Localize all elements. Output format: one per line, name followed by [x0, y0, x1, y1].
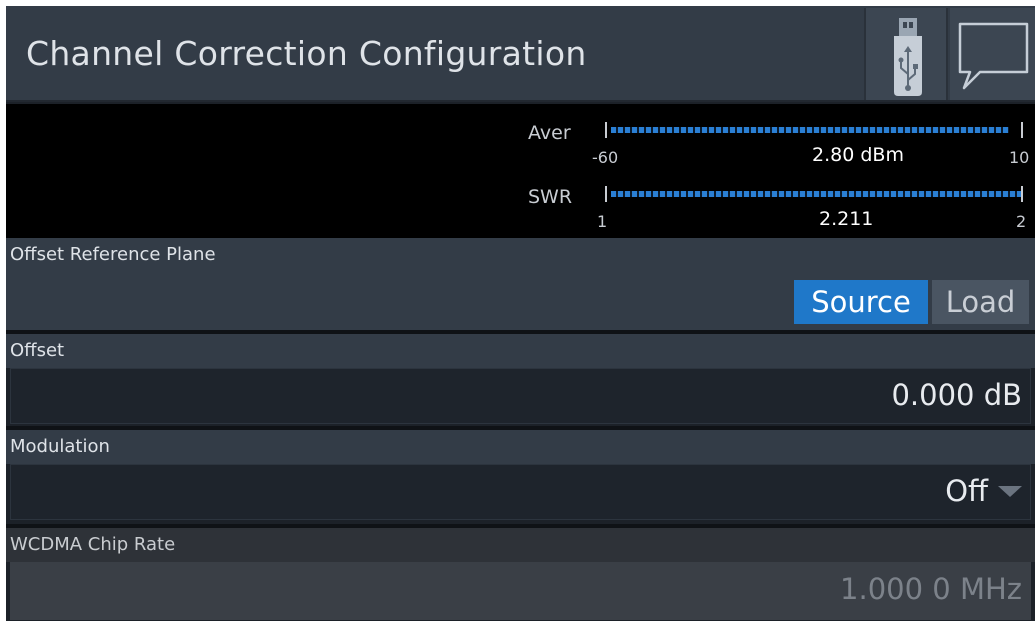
usb-status-button[interactable]: [864, 8, 948, 100]
load-option-button[interactable]: Load: [932, 280, 1029, 324]
offset-reference-plane-toggle: Source Load: [6, 272, 1035, 330]
page-title: Channel Correction Configuration: [26, 34, 587, 73]
modulation-value-wrap: Off: [945, 474, 1022, 508]
average-power-label: Aver: [528, 122, 571, 144]
offset-reference-plane-section: Offset Reference Plane Source Load: [6, 238, 1035, 330]
swr-bar: [605, 186, 1023, 202]
modulation-header: Modulation: [6, 430, 1035, 464]
offset-reference-plane-header: Offset Reference Plane: [6, 238, 1035, 272]
title-bar: Channel Correction Configuration: [6, 6, 1035, 102]
speech-bubble-icon: [958, 22, 1029, 90]
modulation-section: Modulation Off: [6, 430, 1035, 524]
chevron-down-icon: [998, 485, 1022, 497]
offset-value: 0.000 dB: [891, 378, 1022, 412]
swr-max-tick: 2: [1016, 212, 1027, 231]
source-option-button[interactable]: Source: [794, 280, 928, 324]
swr-min-tick: 1: [597, 212, 608, 231]
instrument-screen: Channel Correction Configuration Aver -6…: [6, 6, 1035, 621]
modulation-label: Modulation: [10, 436, 110, 457]
message-button[interactable]: [950, 8, 1035, 100]
swr-fill: [611, 191, 1021, 197]
wcdma-chip-rate-label: WCDMA Chip Rate: [10, 534, 176, 555]
offset-reference-plane-label: Offset Reference Plane: [10, 244, 216, 265]
offset-section: Offset 0.000 dB: [6, 334, 1035, 426]
average-max-tick: 10: [1009, 148, 1030, 167]
wcdma-chip-rate-field: 1.000 0 MHz: [10, 562, 1031, 620]
offset-header: Offset: [6, 334, 1035, 368]
swr-value: 2.211: [819, 208, 874, 230]
wcdma-chip-rate-header: WCDMA Chip Rate: [6, 528, 1035, 562]
average-power-bar: [605, 122, 1023, 138]
average-power-value: 2.80 dBm: [812, 144, 904, 166]
offset-field[interactable]: 0.000 dB: [10, 368, 1031, 424]
wcdma-chip-rate-value: 1.000 0 MHz: [840, 572, 1022, 606]
usb-icon: [894, 18, 922, 96]
offset-label: Offset: [10, 340, 65, 361]
power-meter-display: Aver -60 2.80 dBm 10 SWR 1 2.211 2: [6, 104, 1035, 238]
average-min-tick: -60: [592, 148, 619, 167]
modulation-dropdown[interactable]: Off: [10, 464, 1031, 520]
modulation-value: Off: [945, 474, 988, 508]
swr-label: SWR: [528, 186, 573, 208]
average-power-fill: [611, 127, 1009, 133]
wcdma-chip-rate-section: WCDMA Chip Rate 1.000 0 MHz: [6, 528, 1035, 621]
